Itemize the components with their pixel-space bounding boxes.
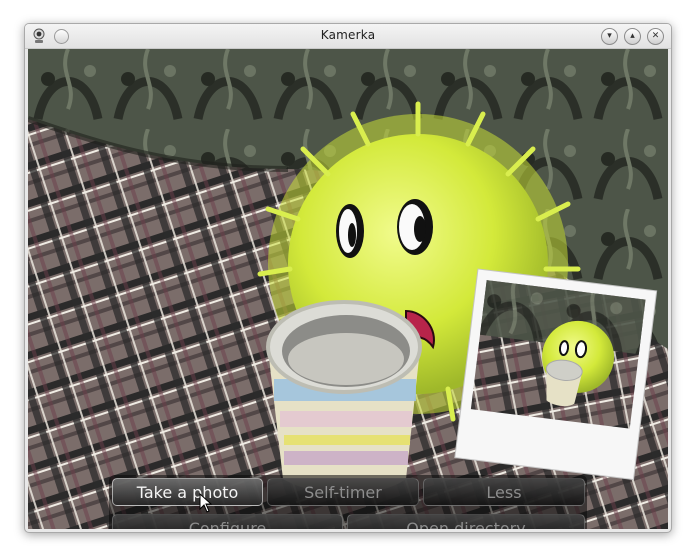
title-bar[interactable]: Kamerka ▾ ▴ ✕	[25, 24, 671, 49]
mug	[266, 300, 422, 494]
chevron-down-icon: ▾	[607, 31, 612, 41]
chevron-up-icon: ▴	[630, 31, 635, 41]
configure-button[interactable]: Configure	[112, 514, 343, 529]
open-directory-button[interactable]: Open directory	[347, 514, 585, 529]
minimize-button[interactable]: ▾	[601, 28, 618, 45]
camera-feed	[28, 49, 668, 529]
photo-thumbnail[interactable]	[454, 268, 658, 481]
app-window: Kamerka ▾ ▴ ✕ Take a photo Self-timer Le…	[24, 23, 672, 533]
camera-view: Take a photo Self-timer Less Configure O…	[28, 49, 668, 529]
control-panel: Take a photo Self-timer Less Configure O…	[109, 475, 587, 529]
close-button[interactable]: ✕	[647, 28, 664, 45]
close-icon: ✕	[651, 31, 660, 41]
self-timer-button[interactable]: Self-timer	[267, 478, 419, 506]
window-title: Kamerka	[320, 28, 376, 42]
take-photo-button[interactable]: Take a photo	[112, 478, 263, 506]
maximize-button[interactable]: ▴	[624, 28, 641, 45]
mouse-cursor-icon	[199, 493, 213, 513]
less-button[interactable]: Less	[423, 478, 585, 506]
